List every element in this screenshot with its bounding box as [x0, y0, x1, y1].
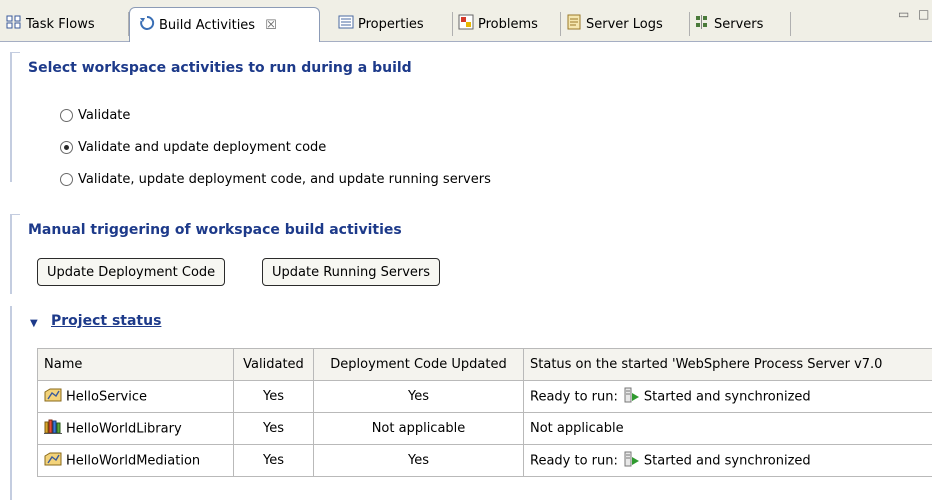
- tab-separator: [560, 12, 561, 36]
- started-server-icon: [624, 451, 640, 471]
- update-running-servers-button[interactable]: Update Running Servers: [262, 258, 441, 286]
- project-status-title[interactable]: Project status: [51, 313, 161, 329]
- project-name: HelloWorldLibrary: [66, 421, 182, 436]
- validated-cell: Yes: [233, 444, 314, 477]
- section-border: [10, 52, 12, 182]
- minimize-icon[interactable]: ▭: [898, 7, 909, 21]
- column-header-validated[interactable]: Validated: [233, 348, 314, 381]
- manual-section-title: Manual triggering of workspace build act…: [28, 222, 402, 238]
- project-name: HelloService: [66, 389, 147, 404]
- column-header-name[interactable]: Name: [37, 348, 234, 381]
- radio-button[interactable]: [60, 173, 73, 186]
- server-logs-icon: [566, 14, 582, 34]
- radio-label: Validate, update deployment code, and up…: [78, 172, 491, 187]
- problems-icon: [458, 14, 474, 34]
- status-cell: Ready to run: Started and synchronized: [523, 444, 932, 477]
- validated-cell: Yes: [233, 380, 314, 413]
- tab-build-activities[interactable]: Build Activities ☒: [129, 7, 320, 42]
- chevron-down-icon[interactable]: ▼: [30, 318, 38, 329]
- deployment-cell: Yes: [313, 380, 524, 413]
- table-row[interactable]: HelloWorldLibrary Yes Not applicable Not…: [37, 412, 932, 445]
- column-header-status[interactable]: Status on the started 'WebSphere Process…: [523, 348, 932, 381]
- tab-separator: [689, 12, 690, 36]
- section-border: [10, 214, 20, 215]
- tab-properties[interactable]: Properties: [338, 9, 424, 39]
- radio-validate-update-servers[interactable]: Validate, update deployment code, and up…: [60, 172, 491, 187]
- radio-validate-update-deployment[interactable]: Validate and update deployment code: [60, 140, 326, 155]
- build-activities-icon: [139, 15, 155, 35]
- tab-separator: [452, 12, 453, 36]
- status-cell: Not applicable: [523, 412, 932, 445]
- tab-separator: [790, 12, 791, 36]
- project-status-table: Name Validated Deployment Code Updated S…: [37, 348, 932, 477]
- servers-icon: [694, 14, 710, 34]
- tab-task-flows[interactable]: Task Flows: [6, 9, 95, 39]
- task-flows-icon: [6, 15, 22, 33]
- table-row[interactable]: HelloWorldMediation Yes Yes Ready to run…: [37, 444, 932, 477]
- build-section-title: Select workspace activities to run durin…: [28, 60, 412, 76]
- radio-label: Validate and update deployment code: [78, 140, 327, 155]
- update-deployment-code-button[interactable]: Update Deployment Code: [37, 258, 226, 286]
- maximize-icon[interactable]: □: [918, 7, 929, 21]
- status-text: Started and synchronized: [643, 389, 811, 404]
- started-server-icon: [624, 387, 640, 407]
- status-text: Not applicable: [530, 421, 624, 436]
- module-icon: [44, 387, 62, 407]
- library-icon: [44, 419, 62, 439]
- tab-label: Properties: [358, 16, 424, 32]
- tab-problems[interactable]: Problems: [458, 9, 538, 39]
- radio-validate[interactable]: Validate: [60, 108, 130, 123]
- deployment-cell: Yes: [313, 444, 524, 477]
- status-text: Started and synchronized: [643, 453, 811, 468]
- tab-label: Server Logs: [586, 16, 663, 32]
- radio-button[interactable]: [60, 141, 73, 154]
- properties-icon: [338, 15, 354, 33]
- status-prefix: Ready to run:: [530, 453, 618, 468]
- radio-button[interactable]: [60, 109, 73, 122]
- section-border: [10, 214, 12, 294]
- tab-label: Build Activities: [159, 17, 256, 33]
- status-prefix: Ready to run:: [530, 389, 618, 404]
- status-cell: Ready to run: Started and synchronized: [523, 380, 932, 413]
- validated-cell: Yes: [233, 412, 314, 445]
- tab-servers[interactable]: Servers: [694, 9, 763, 39]
- tab-label: Task Flows: [26, 16, 95, 32]
- deployment-cell: Not applicable: [313, 412, 524, 445]
- table-header-row: Name Validated Deployment Code Updated S…: [37, 348, 932, 381]
- section-border: [10, 306, 12, 500]
- tab-label: Servers: [714, 16, 764, 32]
- editor-tab-bar: Task Flows Build Activities ☒ Properties…: [0, 0, 932, 42]
- column-header-deployment[interactable]: Deployment Code Updated: [313, 348, 524, 381]
- section-border: [10, 52, 20, 53]
- tab-label: Problems: [478, 16, 538, 32]
- module-icon: [44, 451, 62, 471]
- close-icon[interactable]: ☒: [265, 18, 277, 33]
- radio-label: Validate: [78, 108, 131, 123]
- table-row[interactable]: HelloService Yes Yes Ready to run: Starte…: [37, 380, 932, 413]
- project-name: HelloWorldMediation: [66, 453, 201, 468]
- tab-server-logs[interactable]: Server Logs: [566, 9, 663, 39]
